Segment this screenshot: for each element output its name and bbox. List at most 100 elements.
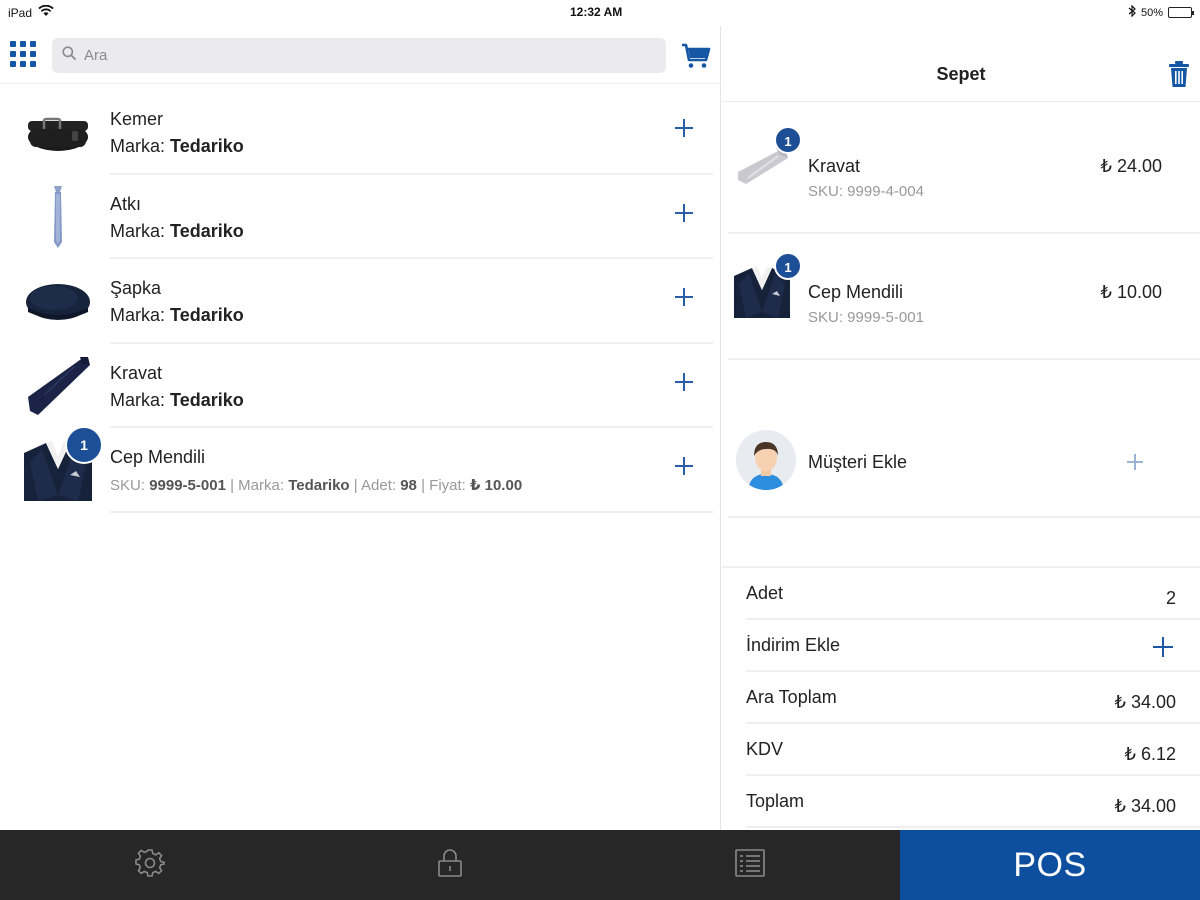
cart-item-sku: SKU: 9999-4-004 bbox=[808, 183, 924, 200]
tab-lock[interactable] bbox=[390, 830, 510, 900]
add-customer-row[interactable]: Müşteri Ekle bbox=[722, 418, 1200, 518]
brand-label: Marka: bbox=[238, 477, 285, 494]
product-brand: Marka: Tedariko bbox=[110, 221, 244, 242]
row-divider bbox=[110, 510, 713, 513]
detail-separator: | bbox=[421, 477, 425, 494]
summary-subtotal-row: Ara Toplam ₺ 34.00 bbox=[722, 672, 1200, 724]
cart-title: Sepet bbox=[936, 64, 986, 84]
subtotal-label: Ara Toplam bbox=[746, 687, 837, 707]
status-bar: iPad 12:32 AM 50% bbox=[0, 0, 1200, 26]
tax-label: KDV bbox=[746, 739, 784, 759]
stock-label: Adet: bbox=[361, 477, 397, 494]
add-product-button[interactable] bbox=[673, 117, 695, 139]
avatar bbox=[736, 430, 796, 490]
cart-item-sku: SKU: 9999-5-001 bbox=[808, 309, 924, 326]
brand-label: Marka: bbox=[110, 220, 166, 241]
search-bar[interactable] bbox=[52, 38, 666, 73]
quantity-badge: 1 bbox=[774, 126, 802, 154]
product-name: Cep Mendili bbox=[110, 447, 206, 467]
search-input[interactable] bbox=[84, 47, 644, 64]
brand-label: Marka: bbox=[110, 389, 166, 410]
battery-percent: 50% bbox=[1140, 6, 1163, 19]
brand-value: Tedariko bbox=[170, 220, 244, 241]
bottom-tab-bar: POS bbox=[0, 830, 1200, 900]
price-label: Fiyat: bbox=[429, 477, 466, 494]
brand-value: Tedariko bbox=[170, 136, 244, 156]
add-product-button[interactable] bbox=[673, 202, 695, 224]
lock-icon bbox=[437, 848, 463, 883]
product-name: Kravat bbox=[110, 362, 163, 383]
device-name: iPad bbox=[8, 5, 33, 20]
summary-tax-row: KDV ₺ 6.12 bbox=[722, 724, 1200, 776]
tax-value: ₺ 6.12 bbox=[1124, 744, 1177, 764]
row-divider bbox=[728, 516, 1200, 518]
brand-value: Tedariko bbox=[170, 389, 244, 410]
cart-summary: Adet 2 İndirim Ekle Ara Toplam ₺ 34.00 K… bbox=[722, 566, 1200, 828]
row-divider bbox=[746, 826, 1200, 828]
detail-separator: | bbox=[230, 477, 234, 494]
trash-icon[interactable] bbox=[1168, 60, 1190, 88]
add-product-button[interactable] bbox=[673, 371, 695, 393]
product-details: SKU: 9999-5-001 | Marka: Tedariko | Adet… bbox=[110, 476, 522, 494]
brand-label: Marka: bbox=[110, 305, 166, 325]
brand-value: Tedariko bbox=[288, 477, 350, 494]
sku-label: SKU: bbox=[110, 477, 146, 494]
cart-item-name: Kravat bbox=[808, 156, 861, 176]
cart-item[interactable]: 1 Cep Mendili SKU: 9999-5-001 ₺ 10.00 bbox=[722, 234, 1200, 360]
wifi-icon bbox=[38, 4, 54, 20]
tab-pos[interactable]: POS bbox=[900, 830, 1200, 900]
add-product-button[interactable] bbox=[673, 286, 695, 308]
product-brand: Marka: Tedariko bbox=[110, 305, 244, 326]
summary-count-row: Adet 2 bbox=[722, 568, 1200, 620]
product-brand: Marka: Tedariko bbox=[110, 136, 244, 157]
cart-item[interactable]: 1 Kravat SKU: 9999-4-004 ₺ 24.00 bbox=[722, 108, 1200, 234]
product-row[interactable]: 1 Cep Mendili SKU: 9999-5-001 | Marka: T… bbox=[0, 426, 721, 513]
brand-value: Tedariko bbox=[170, 305, 244, 325]
product-toolbar bbox=[0, 26, 721, 84]
bluetooth-icon bbox=[1128, 4, 1136, 20]
quantity-badge: 1 bbox=[65, 426, 103, 464]
count-label: Adet bbox=[746, 583, 784, 603]
subtotal-value: ₺ 34.00 bbox=[1114, 692, 1177, 712]
add-discount-button[interactable] bbox=[1152, 636, 1174, 658]
status-time: 12:32 AM bbox=[570, 5, 623, 19]
add-customer-label: Müşteri Ekle bbox=[808, 452, 908, 472]
cart-item-price: ₺ 24.00 bbox=[1100, 156, 1163, 176]
product-row[interactable]: Kemer Marka: Tedariko bbox=[0, 90, 721, 175]
add-product-button[interactable] bbox=[673, 455, 695, 477]
scarf-image bbox=[24, 185, 92, 248]
tab-settings[interactable] bbox=[90, 830, 210, 900]
cart-icon[interactable] bbox=[681, 42, 711, 70]
total-value: ₺ 34.00 bbox=[1114, 796, 1177, 816]
add-customer-button[interactable] bbox=[1125, 452, 1145, 472]
tie-image bbox=[24, 355, 92, 417]
cart-item-price: ₺ 10.00 bbox=[1100, 282, 1163, 302]
detail-separator: | bbox=[353, 477, 358, 494]
battery-icon bbox=[1168, 7, 1194, 18]
tab-orders[interactable] bbox=[690, 830, 810, 900]
cart-pane: Sepet 1 Kravat SKU: 9999-4-004 ₺ 24.00 1… bbox=[722, 26, 1200, 830]
row-divider bbox=[728, 358, 1200, 360]
quantity-badge: 1 bbox=[774, 252, 802, 280]
brand-label: Marka: bbox=[110, 136, 166, 156]
status-right: 50% bbox=[1128, 4, 1194, 20]
status-left: iPad bbox=[8, 4, 54, 20]
count-value: 2 bbox=[1165, 588, 1176, 608]
cart-item-name: Cep Mendili bbox=[808, 282, 904, 302]
total-label: Toplam bbox=[746, 791, 805, 811]
product-name: Kemer bbox=[110, 109, 164, 129]
hat-image bbox=[24, 270, 92, 332]
product-row[interactable]: Atkı Marka: Tedariko bbox=[0, 175, 721, 259]
product-row[interactable]: Kravat Marka: Tedariko bbox=[0, 344, 721, 428]
product-name: Atkı bbox=[110, 193, 142, 214]
sku-value: 9999-5-001 bbox=[149, 477, 226, 494]
product-list: Kemer Marka: Tedariko Atkı Marka: Tedari… bbox=[0, 90, 721, 513]
discount-label: İndirim Ekle bbox=[746, 635, 841, 655]
cart-header: Sepet bbox=[722, 26, 1200, 102]
product-name: Şapka bbox=[110, 278, 162, 298]
product-row[interactable]: Şapka Marka: Tedariko bbox=[0, 259, 721, 344]
belt-image bbox=[24, 101, 92, 163]
summary-discount-row[interactable]: İndirim Ekle bbox=[722, 620, 1200, 672]
apps-grid-icon[interactable] bbox=[10, 41, 36, 67]
price-value: ₺ 10.00 bbox=[470, 477, 523, 494]
